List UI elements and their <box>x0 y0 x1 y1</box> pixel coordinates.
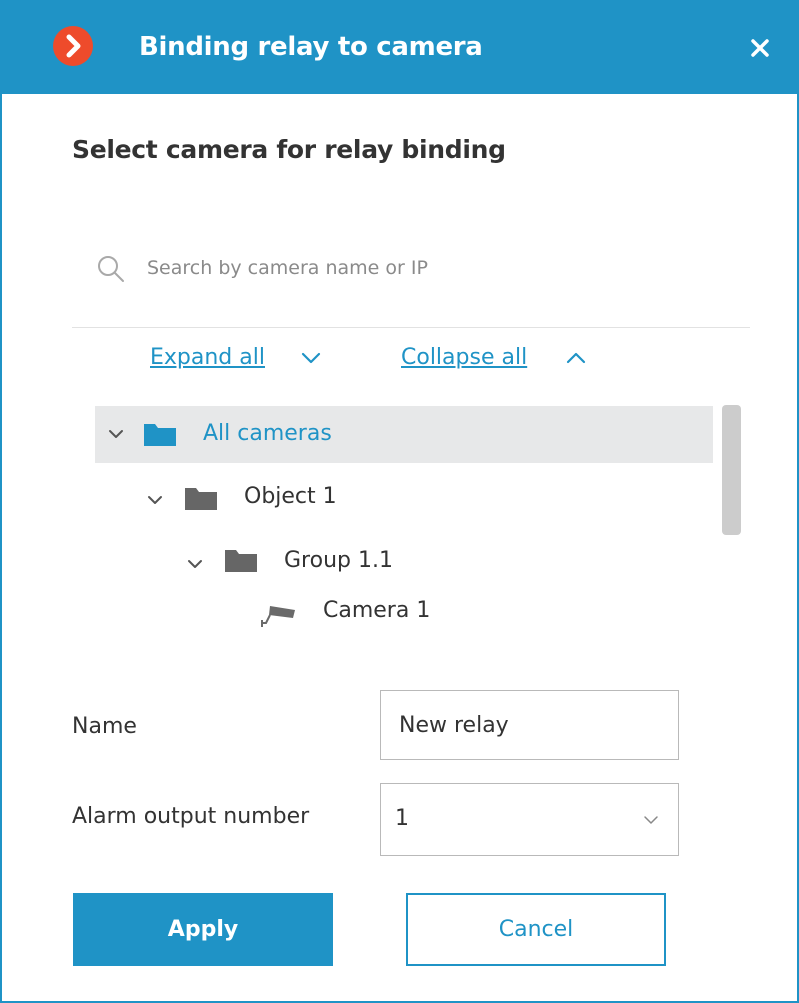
tree-item-label: Group 1.1 <box>284 548 393 573</box>
tree-item-group-1-1[interactable]: Group 1.1 <box>95 536 713 593</box>
folder-icon <box>225 550 257 572</box>
app-logo <box>53 26 93 66</box>
folder-icon <box>185 488 217 510</box>
tree-item-label: All cameras <box>203 421 332 446</box>
camera-icon <box>261 606 295 627</box>
tree-item-label: Object 1 <box>244 484 337 509</box>
chevron-down-icon[interactable] <box>300 351 322 365</box>
chevron-down-icon <box>644 816 658 824</box>
name-input[interactable] <box>380 690 679 760</box>
apply-button[interactable]: Apply <box>73 893 333 966</box>
chevron-up-icon[interactable] <box>565 351 587 365</box>
chevron-down-icon[interactable] <box>146 494 164 506</box>
name-label: Name <box>72 714 137 739</box>
dialog-title: Binding relay to camera <box>139 32 483 62</box>
alarm-output-select[interactable]: 1 <box>380 783 679 856</box>
dialog-subtitle: Select camera for relay binding <box>72 135 506 164</box>
folder-icon <box>144 424 176 446</box>
tree-item-label: Camera 1 <box>323 598 431 623</box>
close-button[interactable] <box>740 28 780 68</box>
search-input[interactable] <box>147 250 727 286</box>
collapse-all-link[interactable]: Collapse all <box>401 340 527 376</box>
tree-item-camera-1[interactable]: Camera 1 <box>95 594 713 634</box>
tree-item-object-1[interactable]: Object 1 <box>95 472 713 529</box>
alarm-output-label: Alarm output number <box>72 804 310 829</box>
close-icon <box>751 39 769 57</box>
tree-item-all-cameras[interactable]: All cameras <box>95 406 713 463</box>
search-bar <box>72 236 750 328</box>
chevron-down-icon[interactable] <box>107 428 125 440</box>
chevron-right-icon <box>66 34 81 58</box>
chevron-down-icon[interactable] <box>186 558 204 570</box>
tree-scrollbar[interactable] <box>722 405 741 535</box>
title-bar: Binding relay to camera <box>2 0 799 94</box>
expand-all-link[interactable]: Expand all <box>150 340 265 376</box>
search-icon <box>98 256 124 282</box>
alarm-output-value: 1 <box>395 806 409 831</box>
binding-dialog: Binding relay to camera Select camera fo… <box>0 0 799 1003</box>
cancel-button[interactable]: Cancel <box>406 893 666 966</box>
